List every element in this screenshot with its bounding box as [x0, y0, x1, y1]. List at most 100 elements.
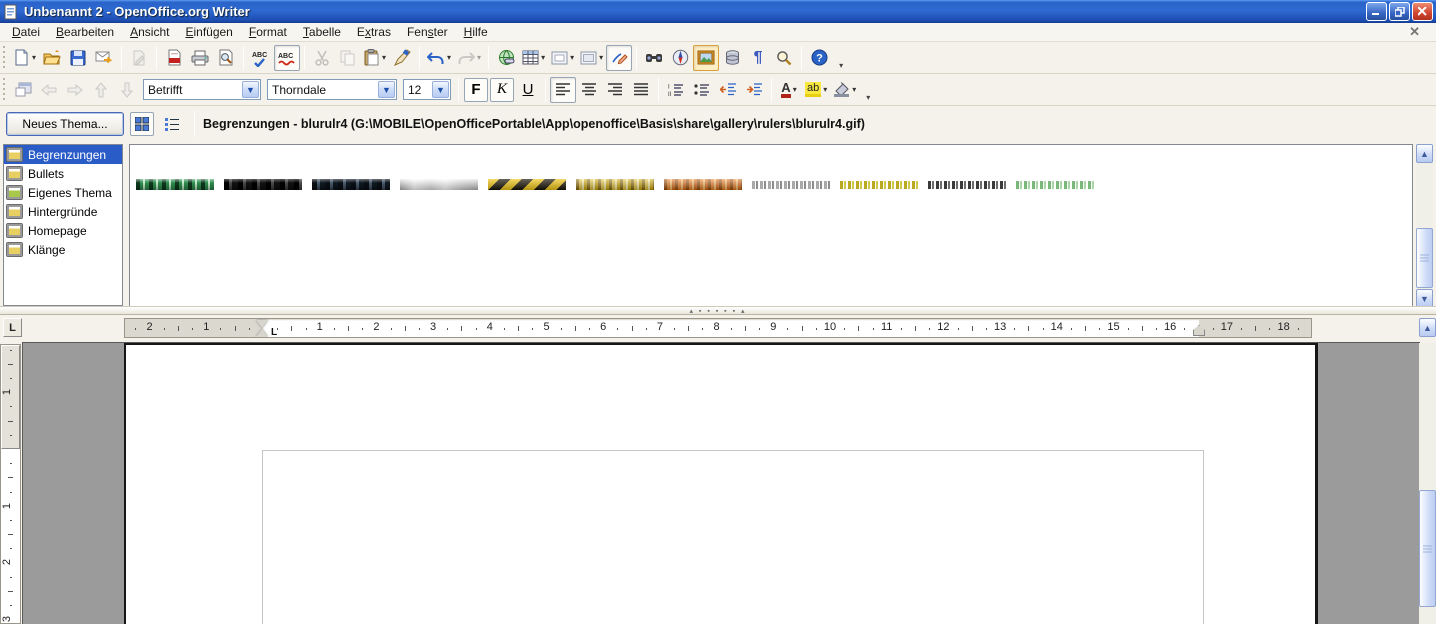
menu-tabelle[interactable]: Tabelle: [295, 23, 349, 41]
gallery-button[interactable]: [693, 45, 719, 71]
draw-functions-button[interactable]: [606, 45, 632, 71]
justify-button[interactable]: [628, 77, 654, 103]
document-page[interactable]: [124, 343, 1318, 624]
chevron-down-icon[interactable]: ▼: [242, 81, 259, 98]
menu-format[interactable]: Format: [241, 23, 295, 41]
numbered-list-button[interactable]: III: [663, 77, 689, 103]
auto-spellcheck-button[interactable]: ABC: [274, 45, 300, 71]
navigator-button[interactable]: [667, 45, 693, 71]
menu-datei[interactable]: Datei: [4, 23, 48, 41]
gallery-thumbnail-black-ruler[interactable]: [224, 179, 302, 190]
decrease-indent-button[interactable]: [715, 77, 741, 103]
styles-window-button[interactable]: [10, 77, 36, 103]
dropdown-arrow-icon[interactable]: ▾: [32, 53, 36, 62]
vertical-ruler[interactable]: 1123: [0, 344, 21, 624]
menu-fenster[interactable]: Fenster: [399, 23, 456, 41]
menu-extras[interactable]: Extras: [349, 23, 399, 41]
gallery-theme-item[interactable]: Klänge: [4, 240, 122, 259]
paragraph-style-value[interactable]: Betrifft: [144, 83, 241, 97]
gallery-scrollbar[interactable]: ▲ ▼: [1416, 144, 1433, 308]
font-size-combo[interactable]: 12 ▼: [403, 79, 451, 100]
dropdown-arrow-icon[interactable]: ▾: [447, 53, 451, 62]
bold-button[interactable]: F: [464, 78, 488, 102]
restore-button[interactable]: [1389, 2, 1410, 21]
dropdown-arrow-icon[interactable]: ▾: [477, 53, 481, 62]
bullet-list-button[interactable]: [689, 77, 715, 103]
dropdown-arrow-icon[interactable]: ▾: [570, 53, 574, 62]
dropdown-arrow-icon[interactable]: ▾: [599, 53, 603, 62]
icon-view-button[interactable]: [130, 112, 154, 136]
scroll-thumb[interactable]: [1419, 490, 1436, 607]
dropdown-arrow-icon[interactable]: ▾: [541, 53, 545, 62]
dropdown-arrow-icon[interactable]: ▾: [852, 85, 856, 94]
background-color-button[interactable]: ▾: [830, 77, 859, 103]
page-preview-button[interactable]: [213, 45, 239, 71]
find-replace-button[interactable]: [641, 45, 667, 71]
menu-bearbeiten[interactable]: Bearbeiten: [48, 23, 122, 41]
gallery-thumbnail-steel-blue-ruler[interactable]: [312, 179, 390, 190]
align-left-button[interactable]: [550, 77, 576, 103]
font-color-button[interactable]: A ▾: [776, 77, 802, 103]
new-theme-button[interactable]: Neues Thema...: [6, 112, 124, 136]
gallery-thumbnail-gold-ruler[interactable]: [576, 179, 654, 190]
font-name-combo[interactable]: Thorndale ▼: [267, 79, 397, 100]
gallery-thumbnail-white-gray-ruler[interactable]: [400, 179, 478, 190]
gallery-theme-item[interactable]: Begrenzungen: [4, 145, 122, 164]
gallery-thumbnail-yellow-dashed-ruler[interactable]: [840, 181, 918, 189]
spellcheck-button[interactable]: ABC: [248, 45, 274, 71]
chevron-down-icon[interactable]: ▼: [378, 81, 395, 98]
toolbar-grip[interactable]: [2, 46, 7, 70]
text-boundary[interactable]: [262, 450, 1204, 624]
gallery-theme-item[interactable]: Eigenes Thema: [4, 183, 122, 202]
toolbar-overflow-button[interactable]: ▾: [863, 92, 873, 103]
cut-button[interactable]: [309, 45, 335, 71]
previous-style-icon[interactable]: [36, 77, 62, 103]
menu-einfgen[interactable]: Einfügen: [177, 23, 240, 41]
gallery-theme-item[interactable]: Hintergründe: [4, 202, 122, 221]
menu-hilfe[interactable]: Hilfe: [456, 23, 496, 41]
vertical-scrollbar[interactable]: ▲: [1419, 316, 1436, 624]
new-document-button[interactable]: ▾: [10, 45, 39, 71]
undo-button[interactable]: ▾: [424, 45, 454, 71]
save-button[interactable]: [65, 45, 91, 71]
data-sources-button[interactable]: [719, 45, 745, 71]
close-document-icon[interactable]: ✕: [1405, 24, 1424, 40]
format-paintbrush-button[interactable]: [389, 45, 415, 71]
horizontal-ruler[interactable]: 21123456789101112131415161718 L: [124, 318, 1312, 338]
toolbar-overflow-button[interactable]: ▾: [836, 60, 846, 71]
export-pdf-button[interactable]: [161, 45, 187, 71]
insert-table-button[interactable]: ▾: [519, 45, 548, 71]
move-down-icon[interactable]: [114, 77, 140, 103]
chevron-down-icon[interactable]: ▼: [432, 81, 449, 98]
highlighting-button[interactable]: ab ▾: [802, 77, 830, 103]
increase-indent-button[interactable]: [741, 77, 767, 103]
formatting-marks-button[interactable]: ¶: [745, 45, 771, 71]
font-name-value[interactable]: Thorndale: [268, 83, 377, 97]
underline-button[interactable]: U: [516, 78, 540, 102]
edit-file-button[interactable]: [126, 45, 152, 71]
insert-section-button[interactable]: ▾: [577, 45, 606, 71]
zoom-button[interactable]: [771, 45, 797, 71]
gallery-thumbnail-green-dashed-ruler[interactable]: [1016, 181, 1094, 189]
help-button[interactable]: ?: [806, 45, 832, 71]
gallery-theme-item[interactable]: Homepage: [4, 221, 122, 240]
dropdown-arrow-icon[interactable]: ▾: [382, 53, 386, 62]
scroll-thumb[interactable]: [1416, 228, 1433, 288]
paste-button[interactable]: ▾: [361, 45, 389, 71]
email-button[interactable]: [91, 45, 117, 71]
tab-type-selector[interactable]: L: [3, 318, 22, 337]
menu-ansicht[interactable]: Ansicht: [122, 23, 177, 41]
splitter-grip-icon[interactable]: ▴ ▪ ▪ ▪ ▪ ▪ ▴: [689, 307, 746, 315]
scroll-up-icon[interactable]: ▲: [1419, 318, 1436, 337]
gallery-thumbnail-dark-dashed-ruler[interactable]: [928, 181, 1006, 189]
close-button[interactable]: [1412, 2, 1433, 21]
gallery-thumbnail-gray-dashed-ruler[interactable]: [752, 181, 830, 189]
indent-marker[interactable]: [256, 320, 269, 337]
gallery-thumbnail-panel[interactable]: [129, 144, 1413, 308]
dropdown-arrow-icon[interactable]: ▾: [793, 85, 797, 94]
scroll-up-icon[interactable]: ▲: [1416, 144, 1433, 163]
print-button[interactable]: [187, 45, 213, 71]
align-center-button[interactable]: [576, 77, 602, 103]
redo-button[interactable]: ▾: [454, 45, 484, 71]
next-style-icon[interactable]: [62, 77, 88, 103]
